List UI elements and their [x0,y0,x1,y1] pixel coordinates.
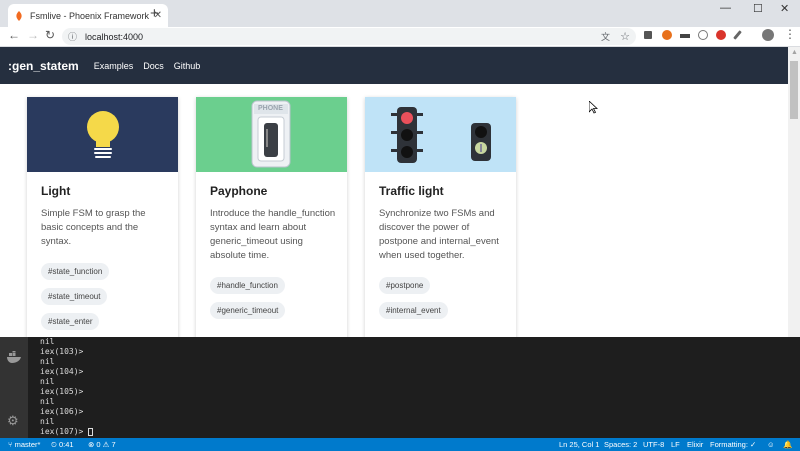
eyedropper-icon[interactable] [733,30,742,40]
address-bar[interactable]: ⓘ localhost:4000 文 ☆ [62,28,636,45]
profile-avatar[interactable] [762,29,774,41]
card-title: Light [41,184,71,198]
line-ending[interactable]: LF [671,440,680,449]
card-description: Simple FSM to grasp the basic concepts a… [41,208,146,247]
language-mode[interactable]: Elixir [687,440,703,449]
page-scrollbar[interactable]: ▲ [788,47,800,337]
status-bar: ⑂ master* ⏲ 0:41 ⊗ 0 ⚠ 7 Ln 25, Col 1 Sp… [0,438,800,451]
tag-list: #state_function #state_timeout #state_en… [41,261,178,336]
nav-link-docs[interactable]: Docs [143,61,164,71]
scroll-up-icon[interactable]: ▲ [791,49,798,56]
minimize-icon[interactable]: — [720,2,731,14]
phoenix-favicon-icon [16,10,22,21]
problems-indicator[interactable]: ⊗ 0 ⚠ 7 [88,440,116,449]
card-title: Traffic light [379,184,444,198]
app-navbar: :gen_statem Examples Docs Github [0,47,788,84]
forward-icon[interactable]: → [27,28,39,42]
extension-3-icon[interactable] [680,34,690,38]
indentation[interactable]: Spaces: 2 [604,440,637,449]
feedback-icon[interactable]: ☺ [767,440,775,449]
branch-indicator[interactable]: ⑂ master* [8,440,40,449]
translate-icon[interactable]: 文 [601,30,610,43]
browser-tab[interactable]: Fsmlive - Phoenix Framework ✕ [8,4,168,27]
phone-label: PHONE [258,105,283,112]
bookmark-star-icon[interactable]: ☆ [620,30,630,43]
back-icon[interactable]: ← [8,28,20,42]
tag[interactable]: #internal_event [379,302,448,319]
terminal-output: nil iex(103)> nil iex(104)> nil iex(105)… [40,337,94,437]
card-description: Introduce the handle_function syntax and… [210,208,336,261]
extension-5-icon[interactable] [716,30,726,40]
brand-logo[interactable]: :gen_statem [8,59,79,73]
url-text: localhost:4000 [85,31,144,42]
traffic-light-icon [391,107,491,163]
card-title: Payphone [210,184,268,198]
traffic-light-illustration [365,97,516,172]
info-icon[interactable]: ⓘ [68,30,77,43]
lightbulb-icon [87,111,119,158]
tag[interactable]: #postpone [379,277,431,294]
terminal-panel[interactable]: ⚙ nil iex(103)> nil iex(104)> nil iex(10… [0,337,800,438]
nav-link-examples[interactable]: Examples [94,61,134,71]
mouse-cursor-icon [589,101,598,114]
reload-icon[interactable]: ↻ [45,28,55,42]
extension-2-icon[interactable] [662,30,672,40]
activity-bar: ⚙ [0,337,28,438]
browser-toolbar: ← → ↻ ⓘ localhost:4000 文 ☆ ⋮ [0,27,800,47]
docker-icon[interactable] [6,351,22,363]
card-payphone[interactable]: PHONE Payphone Introduce the handle_func… [196,97,347,341]
tag[interactable]: #state_timeout [41,288,108,305]
terminal-cursor [88,427,94,436]
tag[interactable]: #generic_timeout [210,302,286,319]
card-light[interactable]: Light Simple FSM to grasp the basic conc… [27,97,178,341]
menu-icon[interactable]: ⋮ [784,27,796,41]
tag[interactable]: #handle_function [210,277,285,294]
tab-title: Fsmlive - Phoenix Framework [30,10,150,21]
card-description: Synchronize two FSMs and discover the po… [379,208,499,261]
tag[interactable]: #state_enter [41,313,100,330]
tag-list: #postpone #internal_event [379,275,516,325]
nav-link-github[interactable]: Github [174,61,201,71]
scrollbar-thumb[interactable] [790,61,798,119]
settings-gear-icon[interactable]: ⚙ [7,413,19,429]
maximize-icon[interactable]: ☐ [753,2,763,15]
sync-timer[interactable]: ⏲ 0:41 [51,440,74,450]
close-window-icon[interactable]: ✕ [780,2,789,15]
light-illustration [27,97,178,172]
card-traffic-light[interactable]: Traffic light Synchronize two FSMs and d… [365,97,516,341]
encoding[interactable]: UTF-8 [643,440,664,449]
notifications-icon[interactable]: 🔔 [783,440,792,449]
extension-4-icon[interactable] [698,30,708,40]
tag[interactable]: #state_function [41,263,110,280]
tag-list: #handle_function #generic_timeout [210,275,347,325]
formatting-status[interactable]: Formatting: ✓ [710,440,756,449]
extension-1-icon[interactable] [644,31,652,39]
browser-tabstrip: Fsmlive - Phoenix Framework ✕ + — ☐ ✕ [0,0,800,27]
payphone-illustration: PHONE [196,97,347,172]
cursor-position[interactable]: Ln 25, Col 1 [559,440,599,449]
new-tab-icon[interactable]: + [150,5,159,22]
